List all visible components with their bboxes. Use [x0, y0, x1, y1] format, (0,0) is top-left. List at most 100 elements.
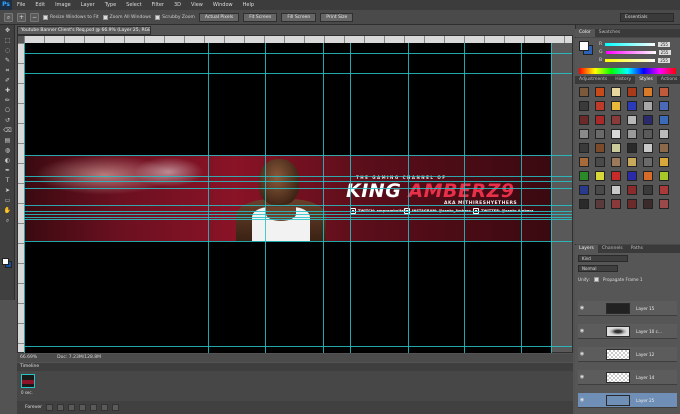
eye-icon[interactable]: ◉: [578, 305, 586, 311]
crop-tool-icon[interactable]: ⌗: [2, 66, 13, 75]
horizontal-guide[interactable]: [24, 217, 572, 218]
slider-value[interactable]: 255: [658, 57, 671, 63]
path-select-tool-icon[interactable]: ➤: [2, 186, 13, 195]
menu-view[interactable]: View: [186, 0, 208, 10]
styles-tab-actions[interactable]: Actions: [657, 76, 680, 84]
style-swatch[interactable]: [579, 185, 589, 195]
style-swatch[interactable]: [627, 129, 637, 139]
shape-tool-icon[interactable]: ▭: [2, 196, 13, 205]
menu-window[interactable]: Window: [208, 0, 238, 10]
slider-track[interactable]: [605, 58, 656, 62]
vertical-guide[interactable]: [408, 43, 409, 353]
style-swatch[interactable]: [643, 157, 653, 167]
style-swatch[interactable]: [579, 199, 589, 209]
layers-tab-channels[interactable]: Channels: [598, 245, 627, 253]
layer-name[interactable]: Layer 10 c...: [636, 329, 662, 334]
timeline-frame-1[interactable]: [21, 374, 35, 388]
horizontal-guide[interactable]: [24, 219, 572, 220]
style-swatch[interactable]: [595, 199, 605, 209]
style-swatch[interactable]: [611, 157, 621, 167]
prev-frame-button[interactable]: [56, 404, 64, 411]
blur-tool-icon[interactable]: ◍: [2, 146, 13, 155]
style-swatch[interactable]: [659, 115, 669, 125]
layer-name[interactable]: Layer 14: [636, 375, 654, 380]
style-swatch[interactable]: [595, 143, 605, 153]
eye-icon[interactable]: ◉: [578, 328, 586, 334]
style-swatch[interactable]: [611, 171, 621, 181]
quick-select-tool-icon[interactable]: ✎: [2, 56, 13, 65]
vertical-guide[interactable]: [24, 43, 25, 353]
eraser-tool-icon[interactable]: ⌫: [2, 126, 13, 135]
foreground-color-swatch[interactable]: [2, 258, 9, 265]
layer-filter-kind[interactable]: Kind: [578, 255, 628, 262]
horizontal-guide[interactable]: [24, 205, 572, 206]
style-swatch[interactable]: [611, 87, 621, 97]
fit-screen-button[interactable]: Fit Screen: [243, 12, 278, 22]
horizontal-ruler[interactable]: [24, 36, 572, 43]
vertical-guide[interactable]: [464, 43, 465, 353]
layers-tab-paths[interactable]: Paths: [627, 245, 647, 253]
resize-windows-box[interactable]: [43, 14, 48, 20]
vertical-guide[interactable]: [323, 43, 324, 353]
brush-tool-icon[interactable]: ✏: [2, 96, 13, 105]
style-swatch[interactable]: [579, 129, 589, 139]
workspace-select[interactable]: Essentials: [620, 13, 674, 22]
style-swatch[interactable]: [595, 87, 605, 97]
style-swatch[interactable]: [579, 101, 589, 111]
style-swatch[interactable]: [611, 143, 621, 153]
color-tab-color[interactable]: Color: [575, 29, 595, 37]
timeline-panel-tab[interactable]: Timeline: [17, 363, 573, 371]
style-swatch[interactable]: [659, 171, 669, 181]
horizontal-guide[interactable]: [24, 346, 572, 347]
horizontal-guide[interactable]: [24, 211, 572, 212]
type-tool-icon[interactable]: T: [2, 176, 13, 185]
style-swatch[interactable]: [643, 87, 653, 97]
scrubby-zoom-checkbox[interactable]: Scrubby Zoom: [155, 14, 195, 20]
style-swatch[interactable]: [579, 143, 589, 153]
vertical-guide[interactable]: [265, 43, 266, 353]
pen-tool-icon[interactable]: ✒: [2, 166, 13, 175]
style-swatch[interactable]: [643, 101, 653, 111]
horizontal-guide[interactable]: [24, 188, 572, 189]
slider-track[interactable]: [605, 42, 656, 46]
style-swatch[interactable]: [595, 101, 605, 111]
style-swatch[interactable]: [611, 185, 621, 195]
style-swatch[interactable]: [627, 185, 637, 195]
horizontal-guide[interactable]: [24, 214, 572, 215]
zoom-in-icon[interactable]: +: [17, 12, 26, 22]
color-foreground-swatch[interactable]: [579, 41, 589, 51]
horizontal-guide[interactable]: [24, 241, 572, 242]
layers-tab-layers[interactable]: Layers: [575, 245, 598, 253]
actual-pixels-button[interactable]: Actual Pixels: [198, 12, 240, 22]
style-swatch[interactable]: [627, 143, 637, 153]
scrubby-zoom-box[interactable]: [155, 14, 161, 20]
style-swatch[interactable]: [611, 199, 621, 209]
horizontal-guide[interactable]: [24, 181, 572, 182]
menu-type[interactable]: Type: [100, 0, 121, 10]
hand-tool-icon[interactable]: ✋: [2, 206, 13, 215]
style-swatch[interactable]: [659, 129, 669, 139]
healing-tool-icon[interactable]: ✚: [2, 86, 13, 95]
eye-icon[interactable]: ◉: [578, 374, 586, 380]
style-swatch[interactable]: [627, 199, 637, 209]
menu-image[interactable]: Image: [50, 0, 76, 10]
menu-3d[interactable]: 3D: [169, 0, 186, 10]
first-frame-button[interactable]: [45, 404, 53, 411]
menu-layer[interactable]: Layer: [76, 0, 100, 10]
zoom-tool-icon[interactable]: ⌕: [4, 12, 13, 22]
styles-tab-history[interactable]: History: [611, 76, 635, 84]
style-swatch[interactable]: [627, 101, 637, 111]
style-swatch[interactable]: [643, 115, 653, 125]
layer-row[interactable]: ◉ Layer 15: [578, 301, 677, 316]
style-swatch[interactable]: [659, 87, 669, 97]
eye-icon[interactable]: ◉: [578, 397, 586, 403]
style-swatch[interactable]: [643, 185, 653, 195]
slider-value[interactable]: 255: [658, 41, 671, 47]
slider-value[interactable]: 255: [658, 49, 671, 55]
zoom-all-windows-box[interactable]: [102, 14, 108, 20]
zoom-level[interactable]: 66.69%: [20, 354, 37, 362]
horizontal-guide[interactable]: [24, 53, 572, 54]
style-swatch[interactable]: [643, 143, 653, 153]
document-tab[interactable]: Youtube Banner Client's Req.psd @ 66.9% …: [17, 26, 151, 35]
menu-file[interactable]: File: [12, 0, 30, 10]
